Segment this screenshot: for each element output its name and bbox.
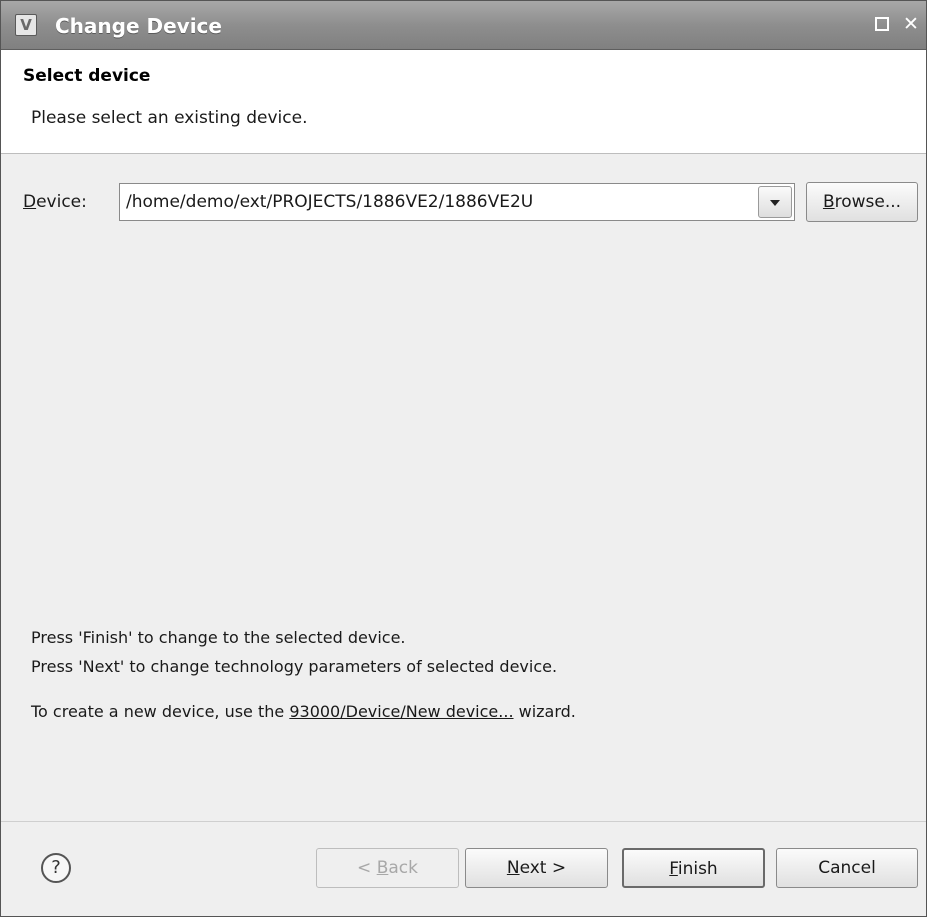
page-title: Select device: [23, 66, 151, 86]
create-prefix: To create a new device, use the: [31, 702, 290, 721]
chevron-down-icon: [770, 200, 780, 206]
device-label: Device:: [23, 192, 87, 212]
device-dropdown-button[interactable]: [758, 186, 792, 218]
change-device-dialog: V Change Device ✕ Select device Please s…: [0, 0, 927, 917]
create-device-text: To create a new device, use the 93000/De…: [31, 702, 576, 721]
back-button[interactable]: < Back: [316, 848, 459, 888]
title-bar[interactable]: V Change Device ✕: [1, 1, 926, 50]
finish-button[interactable]: Finish: [622, 848, 765, 888]
back-prefix: <: [357, 858, 377, 878]
close-icon[interactable]: ✕: [901, 14, 921, 34]
device-label-mnemonic: D: [23, 192, 37, 212]
app-icon: V: [15, 14, 37, 36]
next-button[interactable]: Next >: [465, 848, 608, 888]
window-title: Change Device: [55, 14, 222, 38]
next-hint-text: Press 'Next' to change technology parame…: [31, 657, 558, 676]
next-mnemonic: N: [506, 858, 520, 878]
browse-label: rowse...: [834, 192, 902, 212]
finish-mnemonic: F: [669, 859, 678, 879]
device-label-text: evice:: [36, 192, 87, 212]
finish-label: inish: [677, 859, 718, 879]
next-label: ext >: [519, 858, 567, 878]
finish-hint-text: Press 'Finish' to change to the selected…: [31, 628, 406, 647]
device-combo[interactable]: [119, 183, 795, 221]
back-mnemonic: B: [376, 858, 389, 878]
wizard-header: Select device Please select an existing …: [1, 50, 926, 154]
help-icon[interactable]: ?: [41, 853, 71, 883]
browse-button[interactable]: Browse...: [806, 182, 918, 222]
cancel-button[interactable]: Cancel: [776, 848, 918, 888]
device-path-input[interactable]: [120, 184, 754, 220]
button-bar-separator: [1, 821, 926, 822]
create-suffix: wizard.: [513, 702, 576, 721]
new-device-wizard-link[interactable]: 93000/Device/New device...: [289, 702, 513, 721]
back-label: ack: [388, 858, 418, 878]
maximize-icon[interactable]: [875, 17, 889, 31]
page-description: Please select an existing device.: [31, 108, 308, 128]
browse-mnemonic: B: [822, 192, 835, 212]
